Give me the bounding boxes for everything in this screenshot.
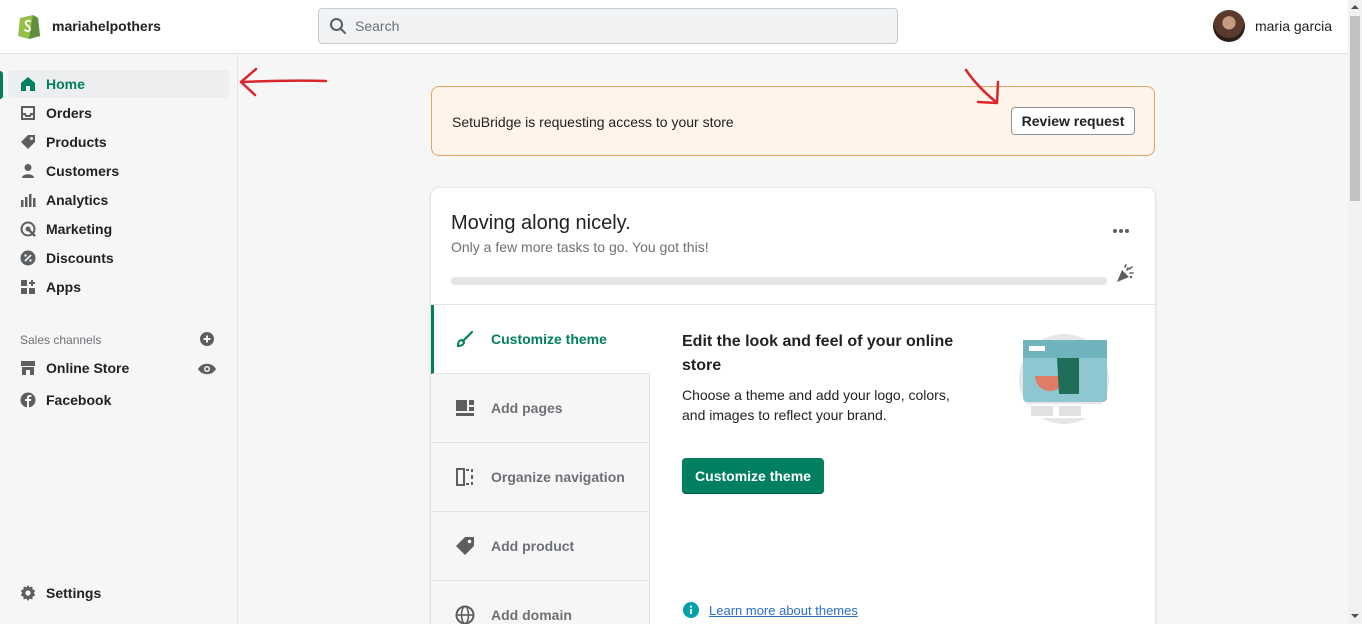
apps-icon: [21, 280, 35, 294]
store-icon: [21, 361, 35, 375]
add-sales-channel-icon[interactable]: [199, 331, 215, 347]
orders-icon: [21, 106, 35, 120]
target-icon: [20, 221, 36, 237]
sidebar-item-label: Settings: [46, 585, 102, 601]
sidebar-item-online-store[interactable]: Online Store: [8, 354, 229, 382]
task-label: Add product: [491, 538, 575, 554]
info-icon: [683, 602, 699, 618]
task-label: Organize navigation: [491, 469, 625, 485]
party-popper-icon: [1117, 264, 1134, 282]
person-icon: [22, 164, 34, 178]
sidebar-item-settings[interactable]: Settings: [8, 579, 229, 607]
customize-theme-button[interactable]: Customize theme: [682, 458, 824, 494]
navigation-icon: [456, 468, 473, 486]
sales-channels-heading: Sales channels: [20, 333, 102, 347]
sidebar-item-label: Analytics: [46, 192, 109, 208]
bar-chart-icon: [21, 194, 36, 207]
home-icon: [21, 77, 35, 91]
page-scrollbar[interactable]: [1348, 0, 1362, 624]
sidebar-item-products[interactable]: Products: [8, 128, 229, 156]
scroll-down-icon[interactable]: [1351, 612, 1359, 620]
review-request-button[interactable]: Review request: [1011, 107, 1135, 135]
more-actions-icon[interactable]: [1111, 224, 1131, 238]
learn-more-themes-link[interactable]: Learn more about themes: [709, 603, 858, 618]
active-indicator: [0, 71, 3, 99]
sidebar-item-label: Customers: [46, 163, 120, 179]
task-label: Add domain: [491, 607, 572, 623]
scroll-up-icon[interactable]: [1351, 3, 1359, 11]
learn-more: Learn more about themes: [683, 602, 858, 618]
facebook-icon: [20, 392, 36, 408]
task-customize-theme[interactable]: Customize theme: [431, 305, 650, 374]
discount-icon: [20, 250, 36, 266]
avatar[interactable]: [1212, 10, 1245, 42]
task-detail-description: Choose a theme and add your logo, colors…: [682, 387, 950, 423]
gear-icon: [20, 585, 36, 601]
task-add-domain[interactable]: Add domain: [431, 581, 650, 624]
banner-message: SetuBridge is requesting access to your …: [452, 114, 734, 130]
user-menu[interactable]: maria garcia: [1212, 10, 1332, 42]
access-request-banner: SetuBridge is requesting access to your …: [431, 86, 1155, 156]
task-list: Customize theme Add pages Organize navig…: [431, 305, 650, 624]
setup-guide-card: Moving along nicely. Only a few more tas…: [431, 188, 1155, 624]
tag-icon: [456, 537, 474, 555]
sidebar-item-apps[interactable]: Apps: [8, 273, 229, 301]
card-title: Moving along nicely.: [451, 212, 631, 234]
sidebar-item-label: Home: [46, 76, 85, 92]
shopify-logo-icon[interactable]: [16, 11, 42, 39]
card-subtitle: Only a few more tasks to go. You got thi…: [451, 239, 709, 255]
sidebar-item-customers[interactable]: Customers: [8, 157, 229, 185]
task-label: Customize theme: [491, 331, 607, 347]
sidebar-item-label: Marketing: [46, 221, 113, 237]
sidebar-item-label: Discounts: [46, 250, 114, 266]
sidebar-item-label: Products: [46, 134, 107, 150]
search-icon: [330, 18, 346, 34]
task-organize-navigation[interactable]: Organize navigation: [431, 443, 650, 512]
globe-icon: [455, 605, 475, 624]
store-name[interactable]: mariahelpothers: [52, 18, 161, 34]
task-add-pages[interactable]: Add pages: [431, 374, 650, 443]
sidebar-item-discounts[interactable]: Discounts: [8, 244, 229, 272]
theme-illustration: [1019, 334, 1109, 424]
sidebar-item-facebook[interactable]: Facebook: [8, 386, 229, 414]
sidebar-item-analytics[interactable]: Analytics: [8, 186, 229, 214]
search-input[interactable]: Search: [355, 18, 399, 34]
sidebar-item-marketing[interactable]: Marketing: [8, 215, 229, 243]
sidebar-item-home[interactable]: Home: [8, 70, 229, 98]
pages-icon: [456, 400, 474, 416]
sidebar-item-label: Facebook: [46, 392, 112, 408]
sidebar-item-label: Apps: [46, 279, 81, 295]
user-name[interactable]: maria garcia: [1255, 18, 1332, 34]
sidebar-item-orders[interactable]: Orders: [8, 99, 229, 127]
task-add-product[interactable]: Add product: [431, 512, 650, 581]
progress-bar: [451, 277, 1107, 285]
task-detail-title: Edit the look and feel of your online st…: [682, 333, 954, 374]
task-label: Add pages: [491, 400, 563, 416]
sidebar: Home Orders Products Customers Analytics…: [0, 54, 238, 624]
brush-icon: [456, 330, 474, 348]
eye-icon[interactable]: [197, 361, 217, 377]
top-bar: mariahelpothers Search maria garcia: [0, 0, 1348, 54]
sidebar-item-label: Orders: [46, 105, 92, 121]
sidebar-item-label: Online Store: [46, 360, 130, 376]
annotation-arrow-left-icon: [239, 67, 328, 97]
tag-icon: [21, 135, 35, 149]
scroll-thumb[interactable]: [1350, 16, 1360, 201]
search-bar[interactable]: Search: [318, 8, 898, 44]
